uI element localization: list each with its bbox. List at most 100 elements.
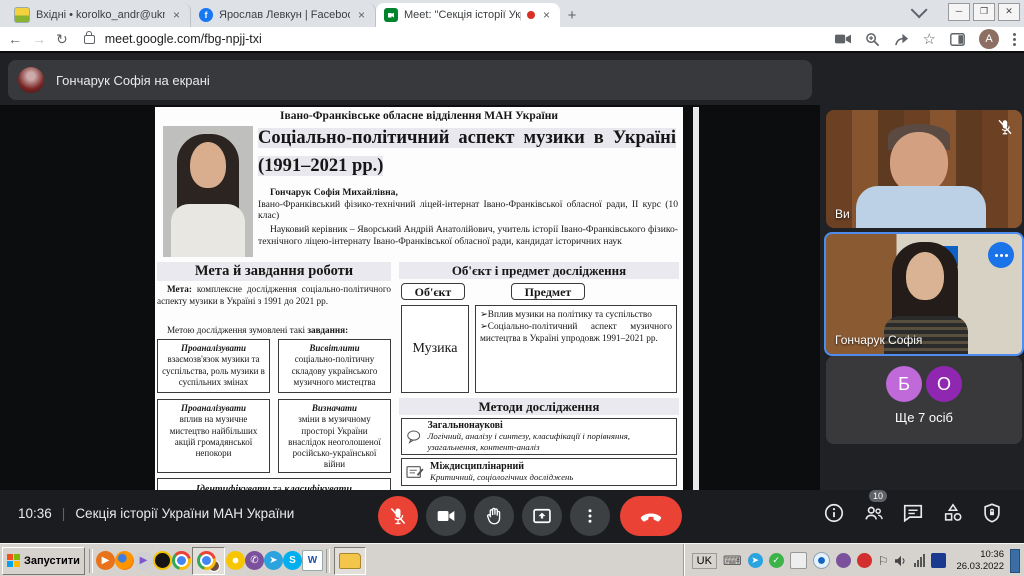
tile-more-options-icon[interactable] xyxy=(988,242,1014,268)
slide-authors: Гончарук Софія Михайлівна, Івано-Франків… xyxy=(258,187,678,248)
raise-hand-button[interactable] xyxy=(474,496,514,536)
host-controls-button[interactable] xyxy=(981,502,1003,524)
tab-meet-active[interactable]: Meet: "Секція історії Украї × xyxy=(376,3,560,27)
antivirus-check-icon[interactable]: ✓ xyxy=(769,553,784,568)
url-text[interactable]: meet.google.com/fbg-npjj-txi xyxy=(105,32,825,46)
tray-clock[interactable]: 10:36 26.03.2022 xyxy=(956,549,1004,572)
tab-mail[interactable]: Вхідні • korolko_andr@ukr.net × xyxy=(6,3,191,27)
more-options-button[interactable] xyxy=(570,496,610,536)
forward-icon[interactable]: → xyxy=(32,31,46,47)
network-signal-icon[interactable] xyxy=(914,554,925,567)
tab-title: Ярослав Левкун | Facebook xyxy=(219,9,350,21)
participant-tile-overflow[interactable]: Б О Ще 7 осіб xyxy=(826,356,1022,444)
task-box-3: Проаналізувативплив на музичне мистецтво… xyxy=(157,399,270,473)
method-row-2: МіждисциплінарнийКритичний, соціологічни… xyxy=(401,458,677,486)
chat-button[interactable] xyxy=(902,502,924,524)
folder-window-button[interactable] xyxy=(334,547,366,575)
info-button[interactable] xyxy=(823,502,845,524)
end-call-button[interactable] xyxy=(620,496,682,536)
firefox-icon[interactable] xyxy=(115,551,134,570)
viber-icon[interactable]: ✆ xyxy=(245,551,264,570)
keyboard-icon[interactable]: ⌨ xyxy=(723,553,742,569)
tab-facebook[interactable]: f Ярослав Левкун | Facebook × xyxy=(191,3,376,27)
participant-tile-self[interactable]: Ви xyxy=(826,110,1022,228)
reload-icon[interactable]: ↻ xyxy=(56,31,68,48)
present-button[interactable] xyxy=(522,496,562,536)
author-name: Гончарук Софія Михайлівна, xyxy=(258,187,678,199)
word-icon[interactable]: W xyxy=(302,550,323,571)
goal-paragraph: Мета: комплексне дослідження соціально-п… xyxy=(157,284,391,307)
volume-icon[interactable] xyxy=(894,555,908,567)
ukrnet-mail-icon xyxy=(14,7,30,23)
people-count-badge: 10 xyxy=(869,490,887,502)
more-options-icon xyxy=(581,507,599,525)
shared-slide: Івано-Франківське обласне відділення МАН… xyxy=(155,107,683,492)
people-button[interactable] xyxy=(862,502,886,524)
slide-title: Соціально-політичний аспект музики в Укр… xyxy=(258,125,676,181)
chevron-down-icon[interactable] xyxy=(911,1,928,18)
chrome-canary-icon[interactable] xyxy=(226,551,245,570)
participant-tile-presenter[interactable]: Гончарук Софія xyxy=(824,232,1024,356)
author-photo xyxy=(163,126,253,257)
restore-button[interactable]: ❐ xyxy=(973,3,995,21)
left-column-header: Мета й завдання роботи xyxy=(157,262,391,281)
presenting-banner[interactable]: Гончарук Софія на екрані xyxy=(8,60,812,100)
more-participants-label: Ще 7 осіб xyxy=(826,410,1022,425)
meet-icon xyxy=(384,8,398,22)
profile-avatar[interactable]: A xyxy=(979,29,999,49)
side-panel-icon[interactable] xyxy=(950,33,965,46)
participant-label: Гончарук Софія xyxy=(835,333,922,347)
methods-header: Методи дослідження xyxy=(399,398,679,415)
videocam-icon xyxy=(436,506,456,526)
aimp-icon[interactable] xyxy=(153,551,172,570)
display-tray-icon[interactable] xyxy=(931,553,946,568)
lock-icon[interactable] xyxy=(84,35,95,44)
task-box-2: Висвітлитисоціально-політичну складову у… xyxy=(278,339,391,393)
activities-button[interactable] xyxy=(941,502,965,524)
mic-button[interactable] xyxy=(378,496,418,536)
language-indicator[interactable]: UK xyxy=(692,553,717,569)
tab-close-icon[interactable]: × xyxy=(356,8,367,22)
windows-taskbar: Запустити ▶ ▶ ✆ ➤ S W UK ⌨ ➤ ✓ ⚐ xyxy=(0,543,1024,576)
new-tab-button[interactable]: + xyxy=(560,3,584,27)
kmplayer-icon[interactable]: ▶ xyxy=(134,551,153,570)
speech-bubble-icon xyxy=(406,428,421,446)
eye-icon[interactable] xyxy=(813,552,830,569)
chat-icon xyxy=(902,502,924,524)
menu-kebab-icon[interactable] xyxy=(1013,33,1016,46)
camera-button[interactable] xyxy=(426,496,466,536)
clipboard-icon[interactable] xyxy=(790,552,807,569)
skype-icon[interactable]: S xyxy=(283,551,302,570)
minimize-button[interactable]: ─ xyxy=(948,3,970,21)
camera-icon[interactable] xyxy=(835,33,851,45)
task-box-4: Визначатизміни в музичному просторі Укра… xyxy=(278,399,391,473)
aimp-red-icon[interactable] xyxy=(857,553,872,568)
flag-icon[interactable]: ⚐ xyxy=(878,554,889,568)
author-affiliation: Івано-Франківський фізико-технічний ліце… xyxy=(258,199,678,222)
chrome-active-window-button[interactable] xyxy=(192,547,225,575)
star-icon[interactable]: ☆ xyxy=(923,30,936,48)
start-button[interactable]: Запустити xyxy=(2,547,85,575)
telegram-tray-icon[interactable]: ➤ xyxy=(748,553,763,568)
participant-initial-avatar: О xyxy=(926,366,962,402)
facebook-icon: f xyxy=(199,8,213,22)
tab-title: Вхідні • korolko_andr@ukr.net xyxy=(36,9,165,21)
viber-tray-icon[interactable] xyxy=(836,553,851,568)
zoom-icon[interactable] xyxy=(865,32,880,47)
telegram-icon[interactable]: ➤ xyxy=(264,551,283,570)
shared-screen-scrollbar xyxy=(693,107,699,492)
participant-label: Ви xyxy=(835,207,850,221)
show-desktop-button[interactable] xyxy=(1010,549,1020,573)
taskbar-divider xyxy=(326,549,330,573)
tasks-intro: Метою дослідження зумовлені такі завданн… xyxy=(157,325,391,335)
share-icon[interactable] xyxy=(894,32,909,47)
screen: Вхідні • korolko_andr@ukr.net × f Яросла… xyxy=(0,0,1024,576)
media-player-icon[interactable]: ▶ xyxy=(96,551,115,570)
tab-close-icon[interactable]: × xyxy=(541,8,552,22)
folder-icon xyxy=(339,553,361,569)
close-button[interactable]: ✕ xyxy=(998,3,1020,21)
meet-main-area: Гончарук Софія на екрані Івано-Франківсь… xyxy=(0,53,1024,543)
back-icon[interactable]: ← xyxy=(8,31,22,47)
chrome-icon[interactable] xyxy=(172,551,191,570)
tab-close-icon[interactable]: × xyxy=(171,8,182,22)
